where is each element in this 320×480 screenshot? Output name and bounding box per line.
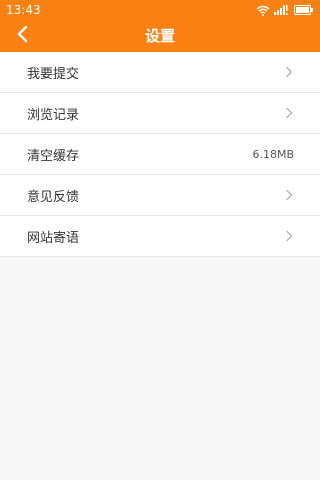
chevron-right-icon — [285, 230, 293, 242]
settings-item-submit[interactable]: 我要提交 — [0, 52, 320, 93]
status-icons — [256, 5, 314, 16]
settings-item-site-message[interactable]: 网站寄语 — [0, 216, 320, 257]
page-title: 设置 — [144, 27, 175, 45]
settings-item-right — [285, 230, 293, 242]
status-time: 13:43 — [6, 3, 41, 17]
chevron-right-icon — [285, 107, 293, 119]
settings-list: 我要提交 浏览记录 清空缓存 6.18MB 意见反馈 网站寄语 — [0, 52, 320, 257]
settings-item-feedback[interactable]: 意见反馈 — [0, 175, 320, 216]
battery-icon — [294, 5, 314, 15]
settings-item-right — [285, 66, 293, 78]
cache-size-value: 6.18MB — [252, 147, 294, 161]
chevron-right-icon — [285, 189, 293, 201]
wifi-icon — [256, 5, 270, 16]
settings-item-label: 清空缓存 — [27, 148, 80, 164]
status-bar: 13:43 — [0, 0, 320, 20]
settings-item-right — [285, 107, 293, 119]
signal-icon — [274, 5, 290, 15]
settings-item-label: 浏览记录 — [27, 107, 80, 123]
settings-item-right — [285, 189, 293, 201]
settings-item-label: 意见反馈 — [27, 189, 80, 205]
app-header: 设置 — [0, 20, 320, 52]
settings-item-label: 我要提交 — [27, 66, 80, 82]
settings-item-clear-cache[interactable]: 清空缓存 6.18MB — [0, 134, 320, 175]
settings-item-right: 6.18MB — [252, 147, 294, 161]
settings-item-label: 网站寄语 — [27, 230, 80, 246]
settings-item-history[interactable]: 浏览记录 — [0, 93, 320, 134]
chevron-right-icon — [285, 66, 293, 78]
